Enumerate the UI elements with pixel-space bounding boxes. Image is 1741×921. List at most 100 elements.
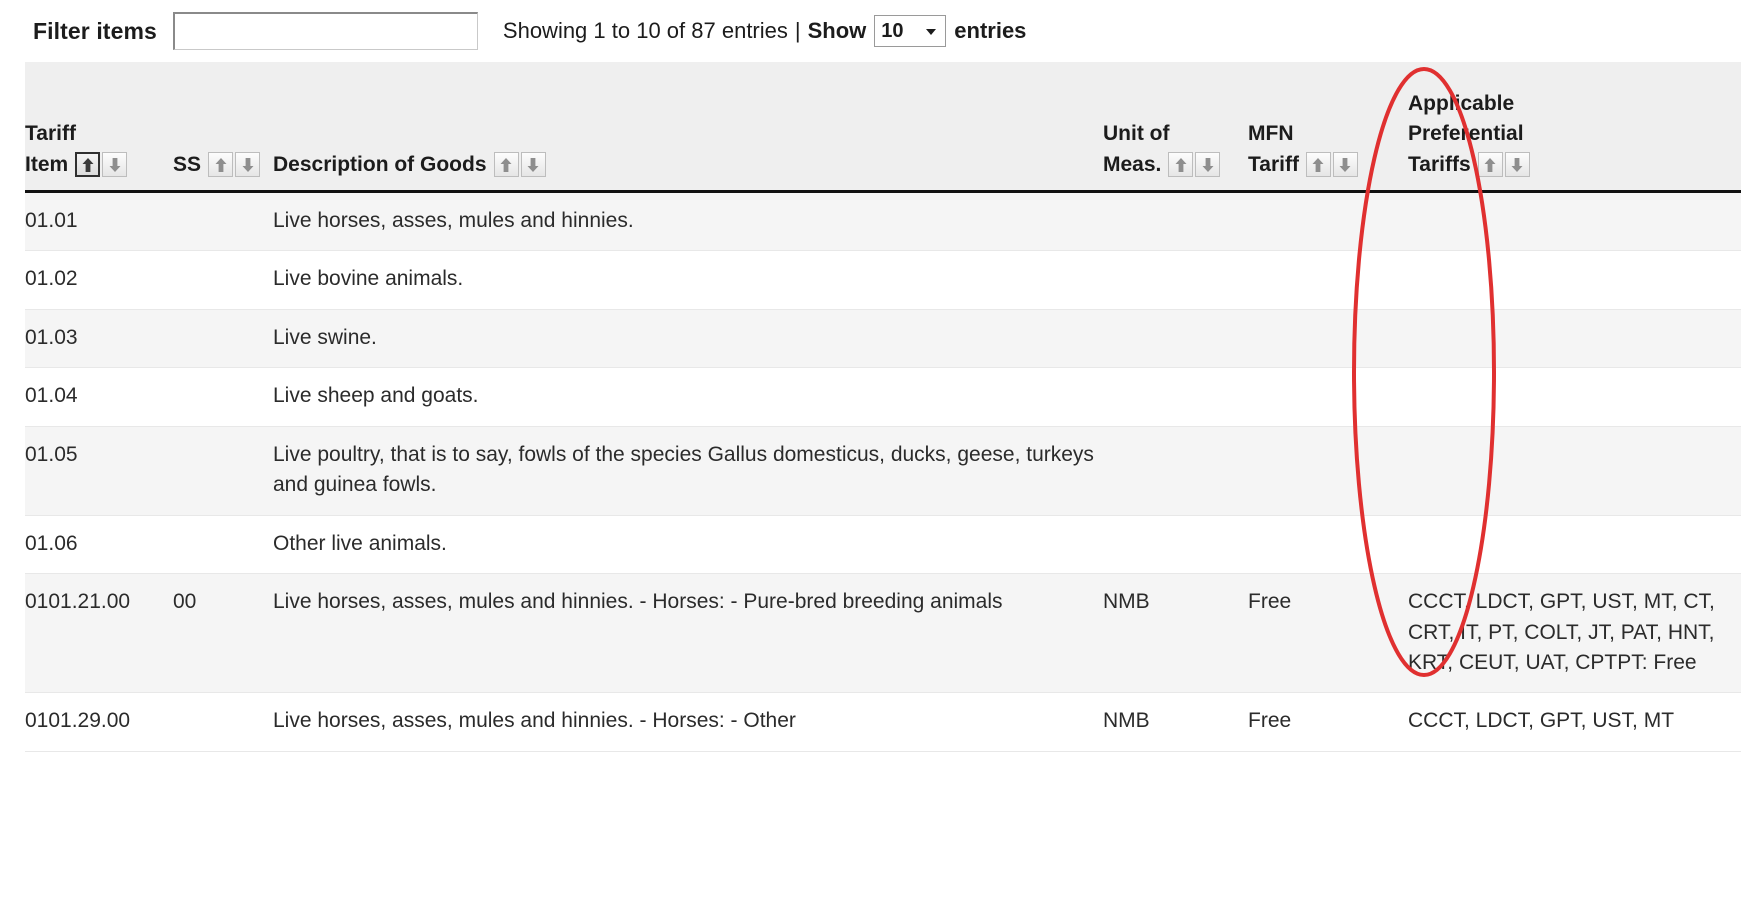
column-header-unit-of-meas[interactable]: Unit of Meas. [1103,62,1248,193]
entries-per-page-value: 10 [881,20,904,42]
cell-preferential-tariffs: CCCT, LDCT, GPT, UST, MT, CT, CRT, IT, P… [1408,573,1741,694]
column-header-line-1b: Preferential [1408,122,1524,146]
cell-description: Live bovine animals. [273,250,1103,310]
cell-tariff-item: 0101.29.00 [25,692,173,752]
cell-mfn-tariff [1248,191,1408,252]
cell-preferential-tariffs [1408,515,1741,575]
column-header-description-of-goods[interactable]: Description of Goods [273,62,1103,193]
sort-descending-icon[interactable] [1195,152,1221,178]
entries-label: entries [954,18,1027,43]
column-header-line-1: Applicable [1408,91,1515,115]
cell-ss: 00 [173,573,273,694]
cell-unit-of-meas [1103,426,1248,516]
column-header-ss[interactable]: SS [173,62,273,193]
cell-unit-of-meas: NMB [1103,573,1248,694]
table-body: 01.01 Live horses, asses, mules and hinn… [25,191,1741,752]
chevron-down-icon [926,29,937,35]
sort-ascending-icon[interactable] [493,152,519,178]
cell-ss [173,692,273,752]
cell-tariff-item: 01.03 [25,309,173,369]
sort-controls-mfn-tariff [1305,152,1358,178]
entries-per-page-select[interactable]: 10 [874,15,947,47]
cell-unit-of-meas: NMB [1103,692,1248,752]
cell-ss [173,367,273,427]
cell-preferential-tariffs [1408,426,1741,516]
cell-preferential-tariffs [1408,250,1741,310]
cell-description: Live swine. [273,309,1103,369]
column-header-line-2: SS [173,152,202,176]
column-header-line-1: MFN [1248,122,1294,146]
cell-ss [173,515,273,575]
sort-ascending-icon[interactable] [1305,152,1331,178]
sort-descending-icon[interactable] [1504,152,1530,178]
sort-ascending-icon[interactable] [208,152,234,178]
cell-description: Live sheep and goats. [273,367,1103,427]
table-row[interactable]: 01.03 Live swine. [25,309,1741,369]
table-row[interactable]: 0101.21.00 00 Live horses, asses, mules … [25,573,1741,694]
sort-descending-icon[interactable] [520,152,546,178]
sort-descending-icon[interactable] [1332,152,1358,178]
cell-mfn-tariff [1248,515,1408,575]
table-controls-bar: Filter items Showing 1 to 10 of 87 entri… [0,0,1741,62]
table-row[interactable]: 0101.29.00 Live horses, asses, mules and… [25,692,1741,752]
column-header-line-2: Description of Goods [273,152,487,176]
cell-preferential-tariffs: CCCT, LDCT, GPT, UST, MT [1408,692,1741,752]
controls-separator: | [794,18,801,43]
filter-input[interactable] [172,12,478,50]
table-row[interactable]: 01.02 Live bovine animals. [25,250,1741,310]
cell-unit-of-meas [1103,250,1248,310]
cell-mfn-tariff [1248,367,1408,427]
table-row[interactable]: 01.06 Other live animals. [25,515,1741,575]
cell-ss [173,426,273,516]
cell-preferential-tariffs [1408,367,1741,427]
cell-description: Live poultry, that is to say, fowls of t… [273,426,1103,516]
cell-ss [173,309,273,369]
cell-description: Live horses, asses, mules and hinnies. -… [273,692,1103,752]
cell-tariff-item: 0101.21.00 [25,573,173,694]
column-header-mfn-tariff[interactable]: MFN Tariff [1248,62,1408,193]
sort-controls-tariff-item [75,152,128,178]
cell-unit-of-meas [1103,367,1248,427]
cell-ss [173,250,273,310]
cell-mfn-tariff [1248,426,1408,516]
cell-mfn-tariff: Free [1248,692,1408,752]
column-header-line-2: Tariffs [1408,152,1471,176]
table-header-row: Tariff Item SS Description of Goods Unit… [25,62,1741,193]
cell-unit-of-meas [1103,515,1248,575]
table-row[interactable]: 01.01 Live horses, asses, mules and hinn… [25,191,1741,252]
cell-tariff-item: 01.06 [25,515,173,575]
column-header-line-1: Tariff [25,122,76,146]
cell-mfn-tariff [1248,250,1408,310]
cell-preferential-tariffs [1408,309,1741,369]
sort-descending-icon[interactable] [235,152,261,178]
showing-entries-text: Showing 1 to 10 of 87 entries [502,18,788,43]
column-header-line-1: Unit of [1103,122,1170,146]
table-row[interactable]: 01.05 Live poultry, that is to say, fowl… [25,426,1741,516]
cell-tariff-item: 01.05 [25,426,173,516]
table-header: Tariff Item SS Description of Goods Unit… [25,62,1741,193]
sort-ascending-icon[interactable] [75,152,101,178]
sort-ascending-icon[interactable] [1477,152,1503,178]
cell-tariff-item: 01.04 [25,367,173,427]
sort-ascending-icon[interactable] [1168,152,1194,178]
column-header-applicable-preferential-tariffs[interactable]: Applicable Preferential Tariffs [1408,62,1741,193]
cell-description: Live horses, asses, mules and hinnies. [273,191,1103,252]
cell-mfn-tariff: Free [1248,573,1408,694]
table-row[interactable]: 01.04 Live sheep and goats. [25,367,1741,427]
sort-descending-icon[interactable] [102,152,128,178]
sort-controls-preferential-tariffs [1477,152,1530,178]
column-header-line-2: Item [25,152,69,176]
cell-tariff-item: 01.01 [25,191,173,252]
column-header-line-2: Tariff [1248,152,1299,176]
filter-label: Filter items [33,17,157,44]
cell-mfn-tariff [1248,309,1408,369]
cell-unit-of-meas [1103,309,1248,369]
cell-description: Other live animals. [273,515,1103,575]
cell-unit-of-meas [1103,191,1248,252]
cell-ss [173,191,273,252]
cell-description: Live horses, asses, mules and hinnies. -… [273,573,1103,694]
column-header-tariff-item[interactable]: Tariff Item [25,62,173,193]
column-header-line-2: Meas. [1103,152,1162,176]
sort-controls-description [493,152,546,178]
show-label: Show [807,18,867,43]
